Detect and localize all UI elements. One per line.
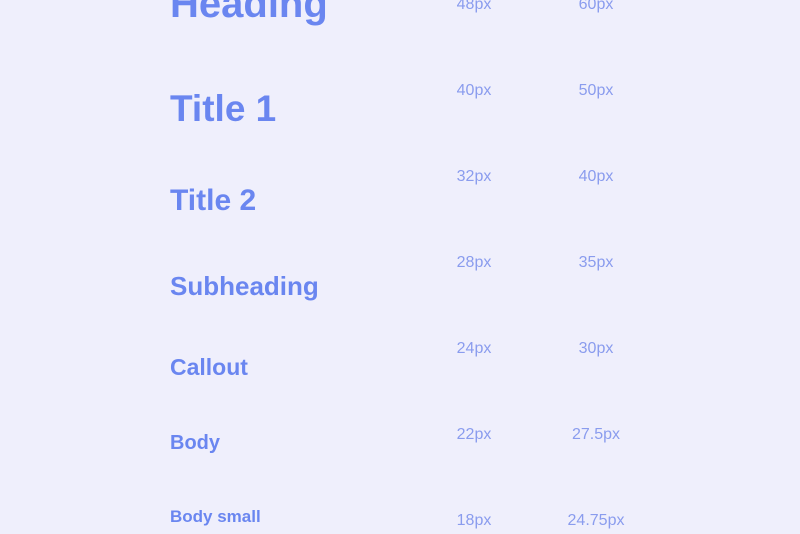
style-name: Body small (170, 507, 261, 526)
style-name: Title 1 (170, 88, 277, 129)
line-height-value: 24.75px (567, 512, 625, 529)
line-height-value: 40px (578, 168, 614, 185)
style-name: Heading (170, 0, 328, 26)
style-name: Callout (170, 354, 248, 380)
line-height-value: 30px (578, 340, 614, 357)
style-name: Title 2 (170, 184, 257, 217)
style-name: Subheading (170, 271, 319, 301)
font-size-value: 28px (456, 254, 492, 271)
line-height-value: 50px (578, 82, 614, 99)
font-size-value: 40px (456, 82, 492, 99)
font-size-value: 24px (456, 340, 492, 357)
font-size-value: 22px (456, 426, 492, 443)
style-name: Body (170, 432, 220, 454)
line-height-value: 35px (578, 254, 614, 271)
font-size-value: 32px (456, 168, 492, 185)
line-height-value: 27.5px (571, 426, 621, 443)
line-height-value: 60px (578, 0, 614, 13)
font-size-value: 18px (456, 512, 492, 529)
font-size-value: 48px (456, 0, 492, 13)
